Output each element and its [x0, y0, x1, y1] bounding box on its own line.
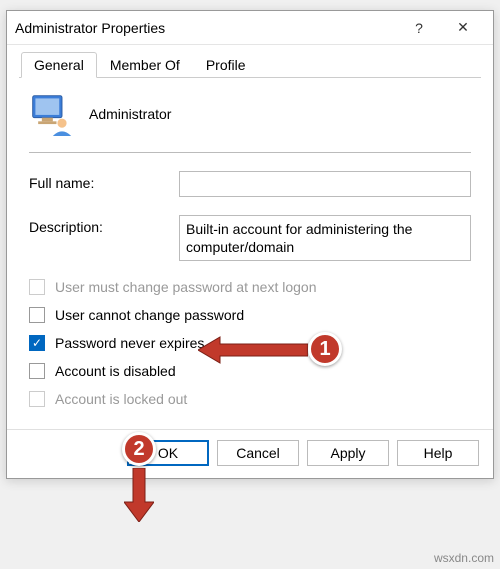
- help-button[interactable]: Help: [397, 440, 479, 466]
- checkbox-label: Account is disabled: [55, 363, 176, 379]
- button-row: OK Cancel Apply Help: [7, 429, 493, 478]
- checkbox-icon: [29, 391, 45, 407]
- checkbox-icon: ✓: [29, 335, 45, 351]
- annotation-step-1: 1: [308, 332, 342, 366]
- help-icon[interactable]: ?: [397, 13, 441, 43]
- annotation-arrow-1: [198, 333, 308, 367]
- full-name-label: Full name:: [29, 171, 179, 191]
- checkbox-label: User must change password at next logon: [55, 279, 316, 295]
- full-name-input[interactable]: [179, 171, 471, 197]
- titlebar: Administrator Properties ? ✕: [7, 11, 493, 45]
- tab-strip: General Member Of Profile: [7, 45, 493, 77]
- apply-button[interactable]: Apply: [307, 440, 389, 466]
- properties-dialog: Administrator Properties ? ✕ General Mem…: [6, 10, 494, 479]
- user-monitor-icon: [29, 92, 73, 136]
- tab-profile[interactable]: Profile: [193, 52, 259, 78]
- description-label: Description:: [29, 215, 179, 235]
- annotation-arrow-2: [124, 468, 154, 522]
- account-name: Administrator: [89, 106, 171, 122]
- annotation-step-2: 2: [122, 432, 156, 466]
- watermark: wsxdn.com: [434, 551, 494, 565]
- checkbox-cannot-change-password[interactable]: User cannot change password: [29, 307, 471, 323]
- checkbox-account-locked: Account is locked out: [29, 391, 471, 407]
- checkbox-label: User cannot change password: [55, 307, 244, 323]
- checkbox-icon: [29, 363, 45, 379]
- window-title: Administrator Properties: [15, 20, 397, 36]
- close-icon[interactable]: ✕: [441, 13, 485, 43]
- description-input[interactable]: Built-in account for administering the c…: [179, 215, 471, 261]
- checkbox-label: Password never expires: [55, 335, 204, 351]
- tab-general[interactable]: General: [21, 52, 97, 78]
- checkbox-must-change-password: User must change password at next logon: [29, 279, 471, 295]
- checkbox-icon: [29, 307, 45, 323]
- tab-content: Administrator Full name: Description: Bu…: [7, 78, 493, 429]
- checkbox-icon: [29, 279, 45, 295]
- tab-member-of[interactable]: Member Of: [97, 52, 193, 78]
- checkbox-label: Account is locked out: [55, 391, 187, 407]
- cancel-button[interactable]: Cancel: [217, 440, 299, 466]
